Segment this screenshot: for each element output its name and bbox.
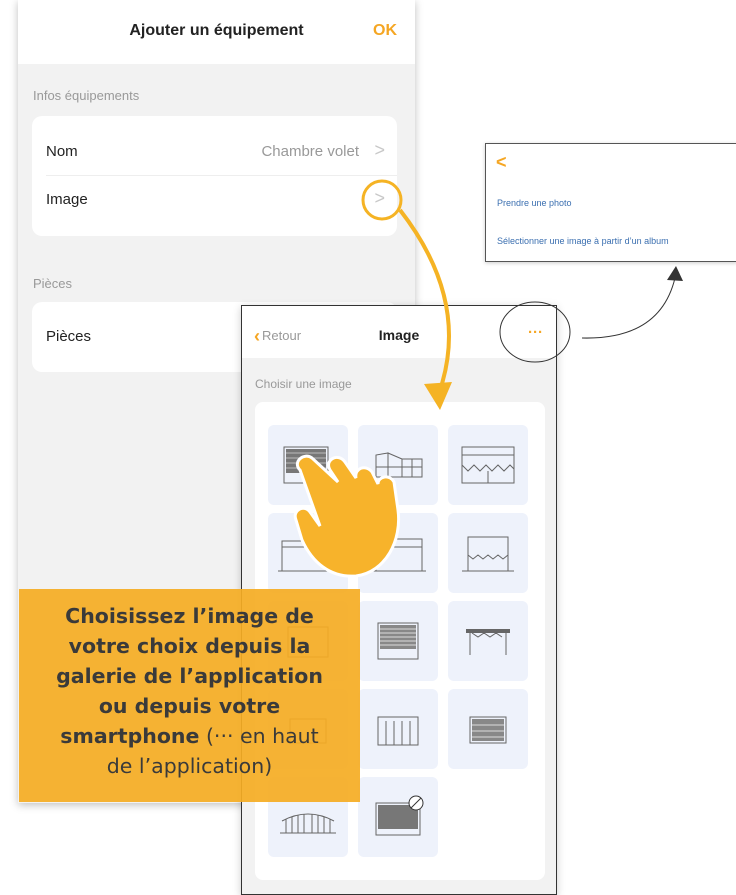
section-label-info: Infos équipements: [33, 88, 140, 103]
callout-line-5-bold: smartphone: [60, 724, 200, 748]
tile-screen-no-insect[interactable]: [358, 777, 438, 857]
callout-line-1: Choisissez l’image de: [65, 604, 314, 628]
top-bar: Ajouter un équipement OK: [18, 0, 415, 64]
callout-line-2: votre choix depuis la: [68, 634, 311, 658]
rooms-label: Pièces: [46, 328, 92, 345]
tile-garage-door[interactable]: [448, 689, 528, 769]
pergola-icon: [466, 629, 510, 655]
chevron-right-icon: >: [374, 188, 385, 208]
tile-roller-shutter[interactable]: [268, 425, 348, 505]
name-row[interactable]: Nom Chambre volet >: [32, 128, 397, 176]
tile-sliding-door[interactable]: [358, 513, 438, 593]
tile-window-with-shutter[interactable]: [268, 513, 348, 593]
image-row[interactable]: Image >: [32, 176, 397, 224]
venetian-blind-icon: [377, 622, 419, 660]
tile-bay-windows[interactable]: [358, 425, 438, 505]
choose-image-label: Choisir une image: [255, 377, 352, 391]
insect-screen-icon: [375, 795, 424, 836]
page-title: Ajouter un équipement: [129, 22, 304, 39]
name-label: Nom: [46, 143, 78, 160]
image-label: Image: [46, 191, 88, 208]
tile-awning-low[interactable]: [448, 513, 528, 593]
callout-line-4: ou depuis votre: [98, 694, 281, 718]
tile-venetian-blind[interactable]: [358, 601, 438, 681]
bay-windows-icon: [375, 452, 423, 478]
take-photo-option[interactable]: Prendre une photo: [497, 198, 572, 208]
select-from-album-option[interactable]: Sélectionner une image à partir d’un alb…: [497, 236, 669, 246]
awning-low-icon: [462, 536, 514, 572]
info-card: Nom Chambre volet > Image >: [32, 116, 397, 236]
sliding-door-icon: [372, 538, 426, 572]
black-arrow-head: [667, 266, 683, 281]
back-chevron-icon[interactable]: <: [496, 152, 507, 173]
callout-line-3: galerie de l’application: [56, 664, 323, 688]
tile-garage-sectional[interactable]: [358, 689, 438, 769]
name-value: Chambre volet: [261, 143, 359, 160]
roller-shutter-icon: [283, 446, 329, 484]
callout-line-6: de l’application): [106, 754, 273, 778]
ok-button[interactable]: OK: [373, 22, 397, 40]
section-label-rooms: Pièces: [33, 276, 73, 291]
tile-pergola[interactable]: [448, 601, 528, 681]
more-options-button[interactable]: ···: [528, 324, 543, 341]
window-shutter-icon: [278, 540, 336, 572]
chevron-right-icon: >: [374, 140, 385, 160]
tile-awning-window[interactable]: [448, 425, 528, 505]
garage-door-icon: [469, 716, 507, 744]
page-title: Image: [378, 327, 420, 343]
black-arrow: [581, 277, 676, 339]
garage-sectional-icon: [377, 716, 419, 746]
instruction-callout: Choisissez l’image de votre choix depuis…: [19, 589, 360, 802]
awning-window-icon: [461, 446, 515, 484]
top-bar: ‹ Retour Image ···: [242, 306, 556, 358]
callout-line-5-rest: (··· en haut: [199, 724, 319, 748]
photo-source-menu: < Prendre une photo Sélectionner une ima…: [485, 143, 736, 262]
